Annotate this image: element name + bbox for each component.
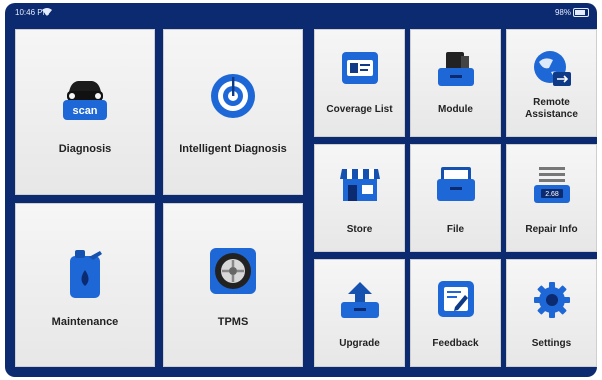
- tile-diagnosis[interactable]: scan Diagnosis: [15, 29, 155, 195]
- tile-module[interactable]: Module: [410, 29, 501, 137]
- radar-icon: [211, 74, 255, 118]
- tile-label: Diagnosis: [58, 143, 112, 155]
- feedback-icon: [437, 281, 474, 317]
- remote-assistance-icon: [533, 51, 571, 86]
- tile-label: Feedback: [432, 338, 479, 349]
- tile-store[interactable]: Store: [314, 144, 405, 252]
- tile-tpms[interactable]: TPMS: [163, 203, 303, 367]
- tile-label: Intelligent Diagnosis: [179, 143, 287, 155]
- car-scan-icon: scan: [63, 81, 107, 120]
- tile-intelligent-diagnosis[interactable]: Intelligent Diagnosis: [163, 29, 303, 195]
- wheel-icon: [210, 248, 256, 294]
- tile-label: File: [446, 224, 465, 235]
- scan-icon-text: scan: [72, 105, 97, 117]
- repair-info-icon: 2.68: [533, 167, 570, 203]
- tile-maintenance[interactable]: Maintenance: [15, 203, 155, 367]
- wifi-icon: [42, 8, 52, 16]
- device-screen: 10:46 PM 98% scan Diagnosis Intelligent …: [5, 3, 597, 377]
- status-bar: 10:46 PM 98%: [5, 3, 597, 23]
- tile-label: Settings: [531, 338, 572, 349]
- module-icon: [437, 52, 474, 86]
- battery-percent: 98%: [554, 8, 571, 17]
- settings-icon: [533, 282, 570, 318]
- file-icon: [436, 167, 475, 201]
- battery-icon: [573, 8, 589, 17]
- tile-label: Module: [438, 104, 473, 115]
- tile-label: Repair Info: [525, 224, 578, 235]
- repair-info-icon-text: 2.68: [545, 191, 559, 198]
- tile-label: Store: [346, 224, 373, 235]
- tile-label: Remote Assistance: [525, 97, 578, 120]
- tile-feedback[interactable]: Feedback: [410, 259, 501, 367]
- tile-upgrade[interactable]: Upgrade: [314, 259, 405, 367]
- tile-coverage-list[interactable]: Coverage List: [314, 29, 405, 137]
- right-panel: Coverage List Module Remote Assistance S…: [314, 29, 597, 367]
- tile-label: Maintenance: [51, 316, 119, 328]
- tile-remote-assistance[interactable]: Remote Assistance: [506, 29, 597, 137]
- tile-label: Coverage List: [326, 104, 393, 115]
- tile-label: Upgrade: [339, 338, 380, 349]
- tile-repair-info[interactable]: 2.68 Repair Info: [506, 144, 597, 252]
- tile-file[interactable]: File: [410, 144, 501, 252]
- left-panel: scan Diagnosis Intelligent Diagnosis Mai…: [15, 29, 303, 367]
- upgrade-icon: [340, 282, 379, 318]
- coverage-list-icon: [341, 52, 378, 84]
- store-icon: [339, 169, 380, 201]
- oil-can-icon: [70, 250, 102, 298]
- tile-settings[interactable]: Settings: [506, 259, 597, 367]
- tile-label: TPMS: [217, 316, 249, 328]
